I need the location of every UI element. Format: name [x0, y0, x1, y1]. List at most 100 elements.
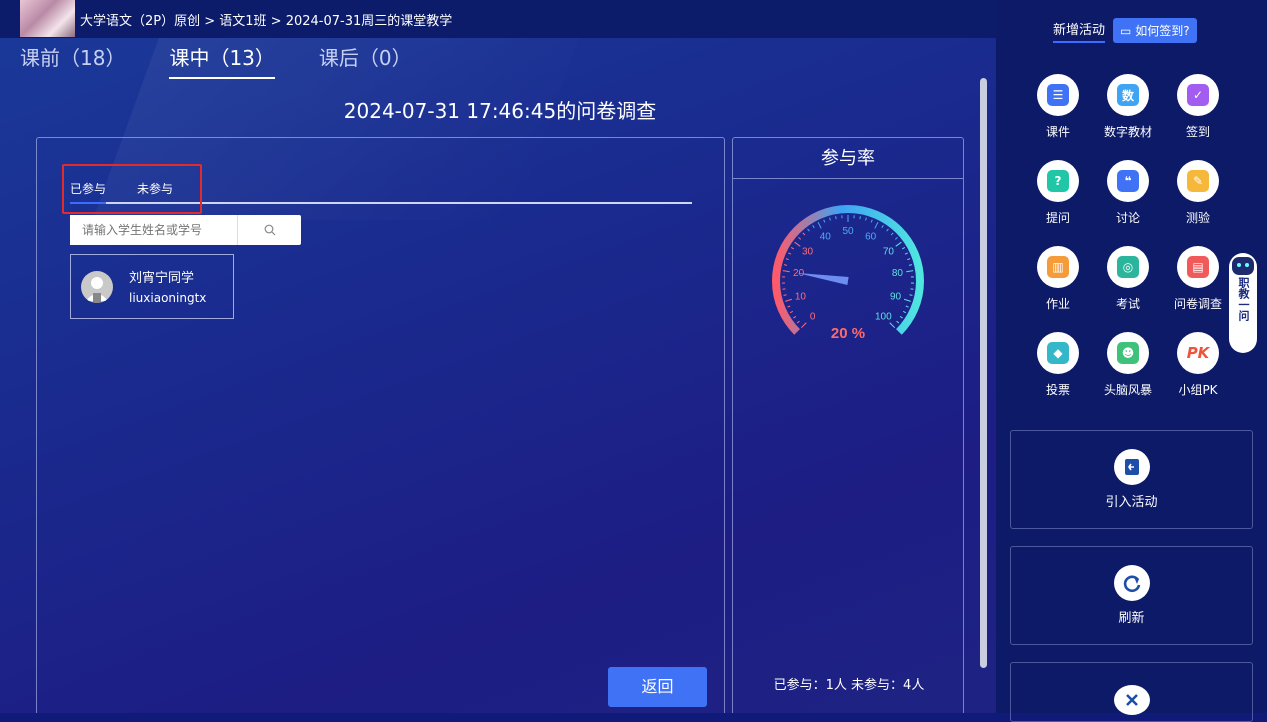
import-activity-button[interactable]: 引入活动 — [1010, 430, 1253, 529]
gauge-tick — [903, 311, 906, 312]
tab-after-class[interactable]: 课后（0） — [319, 42, 412, 79]
gauge-tick — [891, 233, 893, 235]
participants-panel: 已参与 未参与 刘宵宁同学 liuxiaoningtx — [36, 137, 725, 713]
gauge-tick — [788, 253, 791, 254]
group-pk-icon: PK — [1177, 332, 1219, 374]
activity-item-6[interactable]: ▥作业 — [1023, 246, 1093, 312]
gauge-tick — [905, 253, 908, 254]
activity-label: 头脑风暴 — [1104, 381, 1152, 398]
activity-item-4[interactable]: ❝讨论 — [1093, 160, 1163, 226]
quiz-icon: ✎ — [1177, 160, 1219, 202]
activity-item-3[interactable]: ?提问 — [1023, 160, 1093, 226]
page-title: 2024-07-31 17:46:45的问卷调查 — [0, 95, 996, 124]
activity-glyph: ▥ — [1047, 256, 1069, 278]
course-thumbnail — [20, 0, 75, 37]
highlight-box — [62, 164, 202, 214]
gauge-tick — [836, 216, 837, 219]
activity-glyph: ✓ — [1187, 84, 1209, 106]
activity-item-8[interactable]: ▤ 问卷调查 — [1163, 246, 1233, 312]
gauge-tick-label: 90 — [890, 291, 902, 302]
activity-item-0[interactable]: ☰课件 — [1023, 74, 1093, 140]
back-button[interactable]: 返回 — [608, 667, 707, 707]
refresh-button[interactable]: 刷新 — [1010, 546, 1253, 645]
rate-title: 参与率 — [733, 138, 963, 179]
student-name: 刘宵宁同学 — [129, 267, 194, 286]
activity-item-9[interactable]: ◆投票 — [1023, 332, 1093, 398]
activity-item-11[interactable]: PK 小组PK — [1163, 332, 1233, 398]
activity-label: 签到 — [1186, 123, 1210, 140]
question-icon: ? — [1037, 160, 1079, 202]
gauge-tick — [860, 216, 861, 219]
gauge-tick — [783, 271, 790, 272]
gauge-tick-label: 30 — [802, 247, 814, 258]
activity-label: 测验 — [1186, 209, 1210, 226]
gauge-tick — [784, 265, 787, 266]
gauge-tick — [795, 242, 801, 246]
gauge-tick — [824, 220, 825, 223]
gauge-tick — [787, 306, 790, 307]
activity-item-5[interactable]: ✎ 测验 — [1163, 160, 1233, 226]
exam-icon: ◎ — [1107, 246, 1149, 288]
activity-item-1[interactable]: 数数字教材 — [1093, 74, 1163, 140]
student-card[interactable]: 刘宵宁同学 liuxiaoningtx — [70, 254, 234, 319]
how-signin-label: 如何签到? — [1135, 24, 1189, 38]
gauge-tick — [808, 229, 810, 231]
robot-label: 职教一问 — [1236, 277, 1250, 321]
sidebar-header: 新增活动 ▭ 如何签到? — [1053, 18, 1197, 43]
search-button[interactable] — [237, 215, 301, 245]
main-area: 大学语文（2P）原创 > 语文1班 > 2024-07-31周三的课堂教学 课前… — [0, 0, 996, 713]
gauge-tick — [890, 323, 895, 328]
gauge-needle — [797, 273, 849, 285]
activity-label: 考试 — [1116, 295, 1140, 312]
gauge-tick-label: 50 — [842, 226, 854, 237]
participation-gauge: 0102030405060708090100 20 % — [763, 196, 933, 346]
participation-rate-panel: 参与率 0102030405060708090100 20 % 已参与：1人 未… — [732, 137, 964, 713]
activity-glyph: ☻ — [1117, 342, 1139, 364]
activity-glyph: ◎ — [1117, 256, 1139, 278]
activity-label: 小组PK — [1178, 381, 1217, 398]
gauge-tick — [791, 247, 794, 249]
courseware-icon: ☰ — [1037, 74, 1079, 116]
gauge-tick-label: 0 — [810, 311, 816, 322]
scrollbar[interactable] — [980, 78, 987, 668]
survey-icon: ▤ — [1177, 246, 1219, 288]
gauge-tick — [801, 323, 806, 328]
activity-item-2[interactable]: ✓ 签到 — [1163, 74, 1233, 140]
activity-item-10[interactable]: ☻ 头脑风暴 — [1093, 332, 1163, 398]
refresh-icon — [1114, 565, 1150, 601]
gauge-tick — [902, 247, 905, 249]
activity-grid: ☰课件数数字教材 ✓ 签到 ?提问❝讨论 ✎ 测验 ▥作业 ◎ 考试 ▤ 问卷调查 ◆投票 ☻ 头脑风暴 P… — [1023, 74, 1233, 398]
activity-label: 讨论 — [1116, 209, 1140, 226]
assistant-robot-widget[interactable]: 职教一问 — [1229, 253, 1257, 353]
avatar — [81, 271, 113, 303]
gauge-tick-label: 10 — [795, 291, 807, 302]
tab-before-class[interactable]: 课前（18） — [20, 42, 125, 79]
gauge-tick — [887, 229, 889, 231]
brainstorm-icon: ☻ — [1107, 332, 1149, 374]
breadcrumb[interactable]: 大学语文（2P）原创 > 语文1班 > 2024-07-31周三的课堂教学 — [80, 10, 452, 29]
gauge-tick — [900, 316, 902, 318]
top-bar: 大学语文（2P）原创 > 语文1班 > 2024-07-31周三的课堂教学 — [0, 0, 996, 38]
gauge-tick — [813, 225, 815, 228]
search-input[interactable] — [70, 215, 237, 245]
close-icon — [1114, 685, 1150, 715]
activity-label: 问卷调查 — [1174, 295, 1222, 312]
gauge-tick — [896, 242, 902, 246]
activity-glyph: ☰ — [1047, 84, 1069, 106]
close-button[interactable] — [1010, 662, 1253, 722]
stage-tabs: 课前（18） 课中（13） 课后（0） — [20, 42, 412, 79]
activity-item-7[interactable]: ◎ 考试 — [1093, 246, 1163, 312]
gauge-tick — [790, 311, 793, 312]
gauge-tick — [798, 237, 800, 239]
gauge-tick — [803, 233, 805, 235]
activity-label: 数字教材 — [1104, 123, 1152, 140]
gauge-tick — [818, 222, 821, 228]
gauge-tick — [866, 218, 867, 221]
tab-in-class[interactable]: 课中（13） — [169, 42, 274, 79]
gauge-tick — [906, 271, 913, 272]
gauge-tick-label: 80 — [892, 268, 904, 279]
how-signin-button[interactable]: ▭ 如何签到? — [1113, 18, 1197, 43]
gauge-tick — [906, 306, 909, 307]
activity-glyph: ? — [1047, 170, 1069, 192]
new-activity-label[interactable]: 新增活动 — [1053, 19, 1105, 43]
